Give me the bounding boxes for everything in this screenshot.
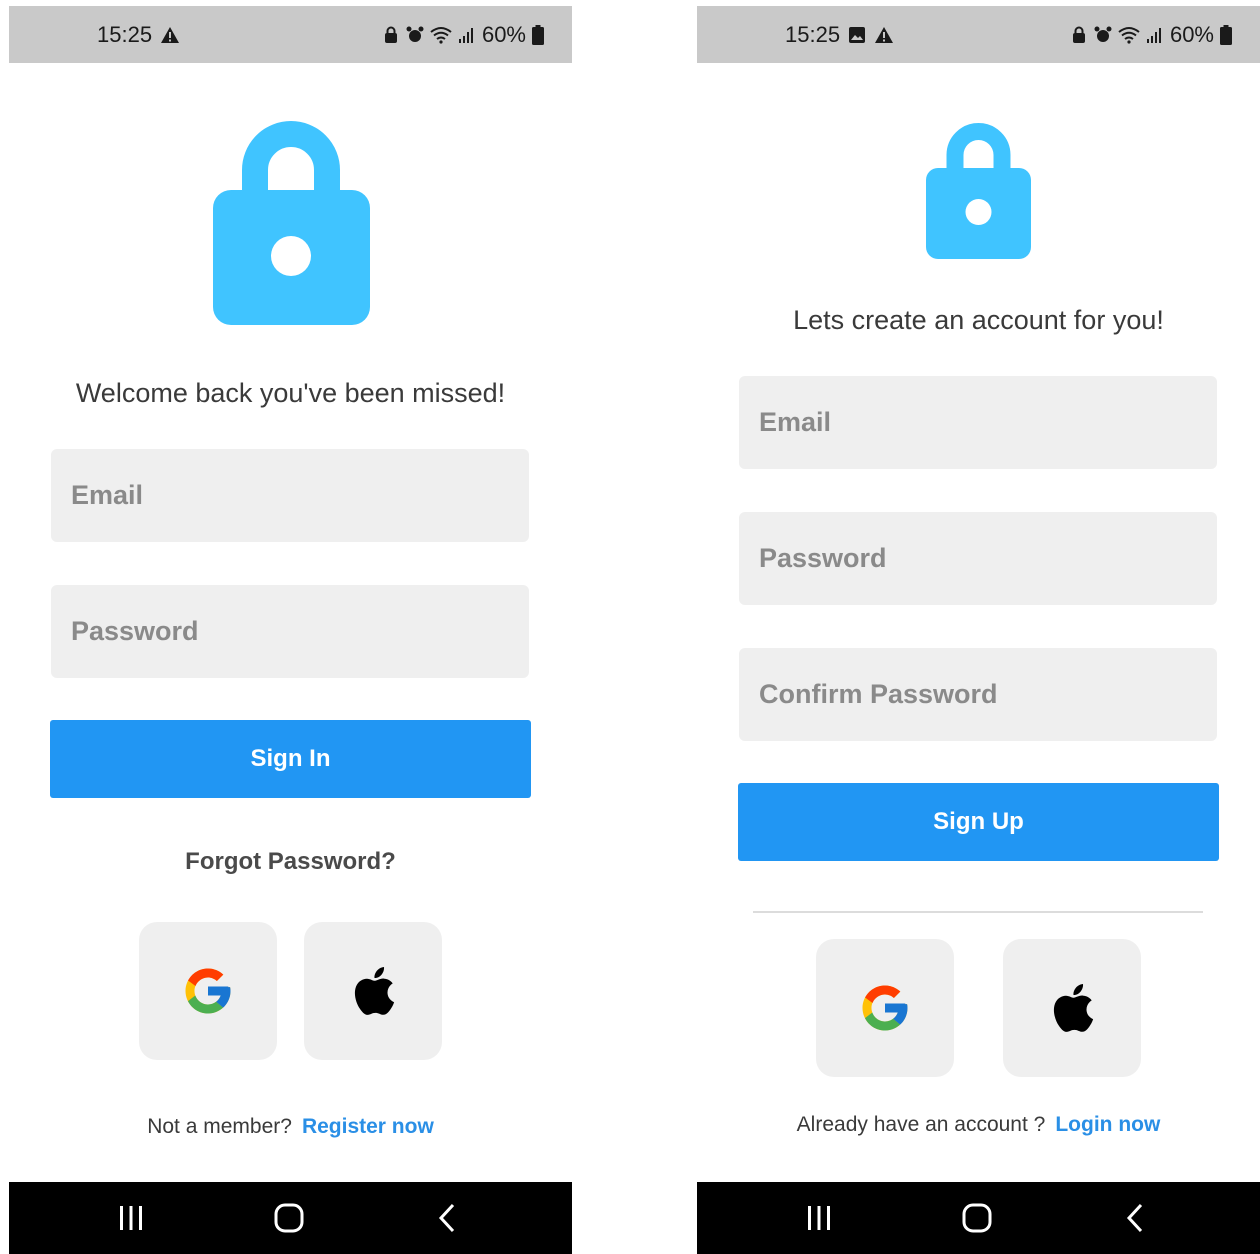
email-input[interactable]: [69, 479, 529, 512]
signup-screen: 15:25 60% Lets create an account for you…: [697, 6, 1260, 1254]
wifi-icon: [1118, 27, 1140, 44]
recent-apps-button[interactable]: [111, 1200, 151, 1236]
battery-percentage: 60%: [1169, 22, 1214, 47]
password-input[interactable]: [757, 542, 1217, 575]
recent-apps-icon: [120, 1206, 142, 1230]
email-field[interactable]: [51, 449, 529, 542]
apple-sign-in-button[interactable]: [304, 922, 442, 1060]
home-icon: [962, 1203, 992, 1233]
back-icon: [1126, 1203, 1143, 1233]
alarm-icon: [1094, 26, 1112, 42]
login-prompt: Already have an account ? Login now: [697, 1113, 1260, 1137]
signal-icon: [458, 28, 473, 43]
password-field[interactable]: [51, 585, 529, 678]
status-bar: 15:25 60%: [697, 6, 1260, 63]
system-nav-bar: [697, 1182, 1260, 1254]
apple-icon: [354, 967, 395, 1015]
back-icon: [438, 1203, 455, 1233]
status-time: 15:25: [97, 22, 153, 47]
confirm-password-field[interactable]: [739, 648, 1217, 741]
confirm-password-input[interactable]: [757, 678, 1217, 711]
battery-percentage: 60%: [481, 22, 526, 47]
lock-status-icon: [1072, 26, 1085, 43]
login-screen: 15:25 60% Welcome back you've been misse…: [9, 6, 572, 1254]
warning-icon: [161, 27, 180, 43]
apple-sign-in-button[interactable]: [1003, 939, 1141, 1077]
battery-icon: [532, 25, 544, 45]
google-sign-in-button[interactable]: [139, 922, 277, 1060]
divider: [753, 911, 1203, 913]
battery-icon: [1220, 25, 1232, 45]
status-time: 15:25: [785, 22, 841, 47]
recent-apps-icon: [808, 1206, 830, 1230]
forgot-password-link[interactable]: Forgot Password?: [9, 848, 572, 876]
register-prompt: Not a member? Register now: [9, 1115, 572, 1139]
google-icon: [185, 968, 231, 1014]
alarm-icon: [406, 26, 424, 42]
warning-icon: [875, 27, 894, 43]
back-button[interactable]: [1115, 1200, 1155, 1236]
sign-in-button[interactable]: Sign In: [50, 720, 531, 798]
register-now-link[interactable]: Register now: [302, 1115, 434, 1138]
not-member-text: Not a member?: [147, 1115, 292, 1138]
lock-icon: [926, 123, 1031, 259]
google-icon: [862, 985, 908, 1031]
back-button[interactable]: [427, 1200, 467, 1236]
password-field[interactable]: [739, 512, 1217, 605]
lock-icon: [212, 121, 370, 325]
system-nav-bar: [9, 1182, 572, 1254]
welcome-text: Welcome back you've been missed!: [75, 378, 506, 408]
email-field[interactable]: [739, 376, 1217, 469]
email-input[interactable]: [757, 406, 1217, 439]
sign-up-button[interactable]: Sign Up: [738, 783, 1219, 861]
wifi-icon: [430, 27, 452, 44]
gallery-icon: [849, 27, 866, 43]
google-sign-in-button[interactable]: [816, 939, 954, 1077]
create-account-text: Lets create an account for you!: [793, 305, 1164, 335]
already-have-account-text: Already have an account ?: [796, 1113, 1046, 1136]
home-button[interactable]: [957, 1200, 997, 1236]
recent-apps-button[interactable]: [799, 1200, 839, 1236]
login-now-link[interactable]: Login now: [1055, 1113, 1160, 1136]
password-input[interactable]: [69, 615, 529, 648]
home-icon: [274, 1203, 304, 1233]
lock-status-icon: [384, 26, 397, 43]
signal-icon: [1146, 28, 1161, 43]
home-button[interactable]: [269, 1200, 309, 1236]
apple-icon: [1053, 984, 1094, 1032]
status-bar: 15:25 60%: [9, 6, 572, 63]
